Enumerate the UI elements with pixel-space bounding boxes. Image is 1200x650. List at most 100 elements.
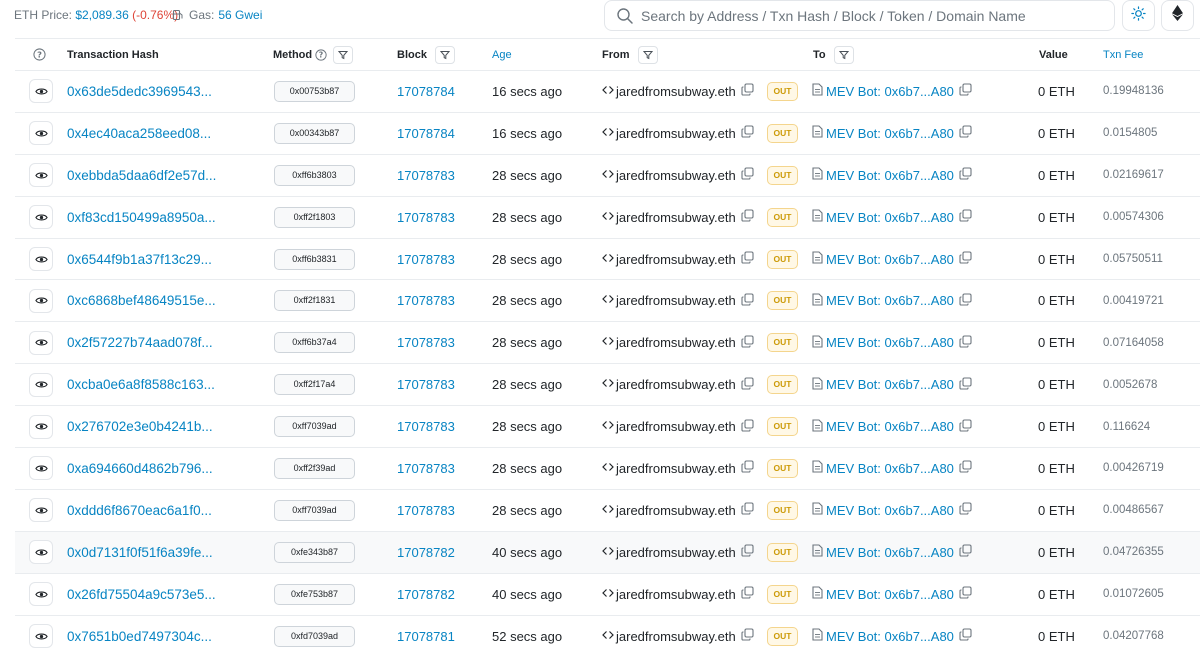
copy-icon[interactable] xyxy=(741,293,754,309)
from-address-label[interactable]: jaredfromsubway.eth xyxy=(616,461,736,476)
method-info-icon[interactable]: ? xyxy=(315,48,327,61)
copy-icon[interactable] xyxy=(959,251,972,267)
from-address-label[interactable]: jaredfromsubway.eth xyxy=(616,210,736,225)
to-filter-icon[interactable] xyxy=(833,45,854,64)
copy-icon[interactable] xyxy=(959,502,972,518)
view-details-button[interactable] xyxy=(29,197,53,238)
view-details-button[interactable] xyxy=(29,616,53,650)
copy-icon[interactable] xyxy=(959,335,972,351)
view-details-button[interactable] xyxy=(29,113,53,154)
block-link[interactable]: 17078781 xyxy=(397,616,455,650)
copy-icon[interactable] xyxy=(959,586,972,602)
method-filter-icon[interactable] xyxy=(333,45,354,64)
transaction-hash-link[interactable]: 0x7651b0ed7497304c... xyxy=(67,616,212,650)
block-link[interactable]: 17078782 xyxy=(397,574,455,615)
view-details-button[interactable] xyxy=(29,322,53,363)
view-details-button[interactable] xyxy=(29,406,53,447)
view-details-button[interactable] xyxy=(29,532,53,573)
block-link[interactable]: 17078783 xyxy=(397,364,455,405)
copy-icon[interactable] xyxy=(741,460,754,476)
from-address-label[interactable]: jaredfromsubway.eth xyxy=(616,335,736,350)
block-link[interactable]: 17078783 xyxy=(397,322,455,363)
to-address-label[interactable]: MEV Bot: 0x6b7...A80 xyxy=(826,126,954,141)
from-address-label[interactable]: jaredfromsubway.eth xyxy=(616,168,736,183)
copy-icon[interactable] xyxy=(959,83,972,99)
to-address-label[interactable]: MEV Bot: 0x6b7...A80 xyxy=(826,335,954,350)
transaction-hash-link[interactable]: 0x6544f9b1a37f13c29... xyxy=(67,239,212,280)
view-details-button[interactable] xyxy=(29,574,53,615)
view-details-button[interactable] xyxy=(29,364,53,405)
to-address-label[interactable]: MEV Bot: 0x6b7...A80 xyxy=(826,84,954,99)
copy-icon[interactable] xyxy=(741,167,754,183)
to-address-label[interactable]: MEV Bot: 0x6b7...A80 xyxy=(826,419,954,434)
to-address-label[interactable]: MEV Bot: 0x6b7...A80 xyxy=(826,168,954,183)
column-txn-fee[interactable]: Txn Fee xyxy=(1103,39,1143,70)
gas-value[interactable]: 56 Gwei xyxy=(218,8,262,22)
transaction-hash-link[interactable]: 0x2f57227b74aad078f... xyxy=(67,322,213,363)
copy-icon[interactable] xyxy=(959,628,972,644)
transaction-hash-link[interactable]: 0x0d7131f0f51f6a39fe... xyxy=(67,532,213,573)
copy-icon[interactable] xyxy=(741,377,754,393)
transaction-hash-link[interactable]: 0x26fd75504a9c573e5... xyxy=(67,574,216,615)
block-link[interactable]: 17078784 xyxy=(397,71,455,112)
to-address-label[interactable]: MEV Bot: 0x6b7...A80 xyxy=(826,377,954,392)
block-link[interactable]: 17078783 xyxy=(397,490,455,531)
block-link[interactable]: 17078783 xyxy=(397,280,455,321)
copy-icon[interactable] xyxy=(741,209,754,225)
copy-icon[interactable] xyxy=(959,544,972,560)
to-address-label[interactable]: MEV Bot: 0x6b7...A80 xyxy=(826,210,954,225)
copy-icon[interactable] xyxy=(959,419,972,435)
transaction-hash-link[interactable]: 0x4ec40aca258eed08... xyxy=(67,113,211,154)
copy-icon[interactable] xyxy=(741,419,754,435)
to-address-label[interactable]: MEV Bot: 0x6b7...A80 xyxy=(826,461,954,476)
copy-icon[interactable] xyxy=(741,83,754,99)
from-address-label[interactable]: jaredfromsubway.eth xyxy=(616,629,736,644)
copy-icon[interactable] xyxy=(741,251,754,267)
view-details-button[interactable] xyxy=(29,155,53,196)
view-details-button[interactable] xyxy=(29,239,53,280)
network-button[interactable] xyxy=(1161,0,1194,31)
block-link[interactable]: 17078783 xyxy=(397,197,455,238)
to-address-label[interactable]: MEV Bot: 0x6b7...A80 xyxy=(826,629,954,644)
to-address-label[interactable]: MEV Bot: 0x6b7...A80 xyxy=(826,293,954,308)
search-box[interactable] xyxy=(604,0,1115,31)
column-age[interactable]: Age xyxy=(492,39,512,70)
copy-icon[interactable] xyxy=(959,460,972,476)
from-address-label[interactable]: jaredfromsubway.eth xyxy=(616,587,736,602)
block-link[interactable]: 17078783 xyxy=(397,239,455,280)
help-icon[interactable]: ? xyxy=(33,39,46,70)
to-address-label[interactable]: MEV Bot: 0x6b7...A80 xyxy=(826,587,954,602)
view-details-button[interactable] xyxy=(29,490,53,531)
copy-icon[interactable] xyxy=(741,502,754,518)
copy-icon[interactable] xyxy=(959,293,972,309)
block-link[interactable]: 17078783 xyxy=(397,406,455,447)
transaction-hash-link[interactable]: 0xf83cd150499a8950a... xyxy=(67,197,216,238)
transaction-hash-link[interactable]: 0xa694660d4862b796... xyxy=(67,448,213,489)
copy-icon[interactable] xyxy=(959,125,972,141)
to-address-label[interactable]: MEV Bot: 0x6b7...A80 xyxy=(826,252,954,267)
transaction-hash-link[interactable]: 0xc6868bef48649515e... xyxy=(67,280,216,321)
copy-icon[interactable] xyxy=(959,167,972,183)
copy-icon[interactable] xyxy=(741,335,754,351)
transaction-hash-link[interactable]: 0xcba0e6a8f8588c163... xyxy=(67,364,215,405)
block-filter-icon[interactable] xyxy=(434,45,455,64)
eth-price-value[interactable]: $2,089.36 xyxy=(75,8,128,22)
view-details-button[interactable] xyxy=(29,448,53,489)
copy-icon[interactable] xyxy=(741,125,754,141)
copy-icon[interactable] xyxy=(959,377,972,393)
copy-icon[interactable] xyxy=(741,586,754,602)
copy-icon[interactable] xyxy=(741,628,754,644)
search-input[interactable] xyxy=(641,7,1101,24)
copy-icon[interactable] xyxy=(959,209,972,225)
block-link[interactable]: 17078782 xyxy=(397,532,455,573)
transaction-hash-link[interactable]: 0xddd6f8670eac6a1f0... xyxy=(67,490,212,531)
from-address-label[interactable]: jaredfromsubway.eth xyxy=(616,252,736,267)
view-details-button[interactable] xyxy=(29,280,53,321)
from-address-label[interactable]: jaredfromsubway.eth xyxy=(616,377,736,392)
block-link[interactable]: 17078783 xyxy=(397,448,455,489)
to-address-label[interactable]: MEV Bot: 0x6b7...A80 xyxy=(826,503,954,518)
theme-toggle-button[interactable] xyxy=(1122,0,1155,31)
from-address-label[interactable]: jaredfromsubway.eth xyxy=(616,419,736,434)
from-address-label[interactable]: jaredfromsubway.eth xyxy=(616,545,736,560)
transaction-hash-link[interactable]: 0xebbda5daa6df2e57d... xyxy=(67,155,216,196)
